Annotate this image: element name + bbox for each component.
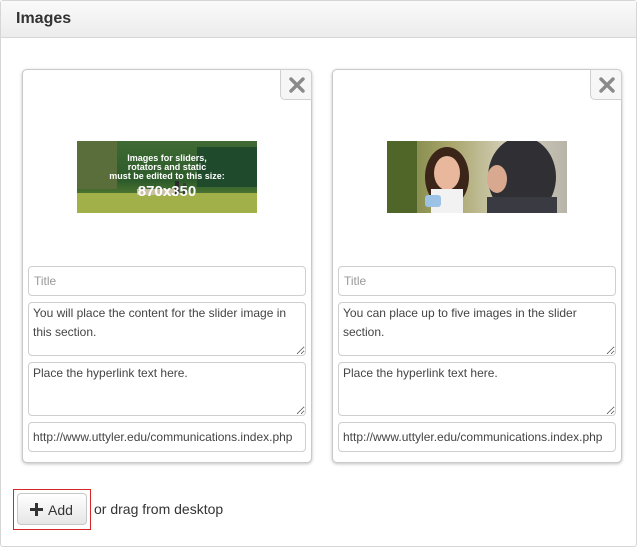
- panel-title: Images: [16, 10, 72, 27]
- panel-header: Images: [1, 1, 636, 38]
- close-icon: [289, 77, 305, 93]
- photo-two-women-icon: [387, 141, 567, 213]
- description-textarea[interactable]: You can place up to five images in the s…: [338, 302, 616, 356]
- link-text-textarea[interactable]: Place the hyperlink text here.: [338, 362, 616, 416]
- images-panel: Images Images for sliders, rotators and …: [0, 0, 637, 547]
- add-image-button[interactable]: Add: [17, 493, 87, 525]
- image-card: You can place up to five images in the s…: [332, 69, 622, 463]
- image-thumbnail: Images for sliders, rotators and static …: [77, 141, 257, 213]
- close-icon: [599, 77, 615, 93]
- url-input[interactable]: [338, 422, 616, 452]
- add-button-label: Add: [48, 502, 73, 518]
- image-card: Images for sliders, rotators and static …: [22, 69, 312, 463]
- plus-icon: [30, 503, 43, 516]
- remove-image-button[interactable]: [280, 69, 312, 100]
- remove-image-button[interactable]: [590, 69, 622, 100]
- url-input[interactable]: [28, 422, 306, 452]
- image-size-text: 870x350: [138, 183, 196, 200]
- link-text-textarea[interactable]: Place the hyperlink text here.: [28, 362, 306, 416]
- drag-hint-text: or drag from desktop: [94, 501, 224, 517]
- title-input[interactable]: [338, 266, 616, 296]
- image-caption-line: must be edited to this size:: [109, 171, 225, 181]
- title-input[interactable]: [28, 266, 306, 296]
- image-thumbnail: [387, 141, 567, 213]
- description-textarea[interactable]: You will place the content for the slide…: [28, 302, 306, 356]
